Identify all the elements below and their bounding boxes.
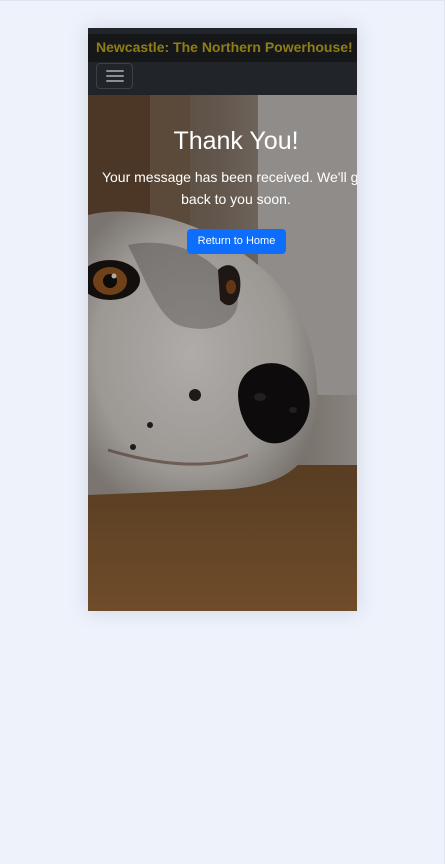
- navbar-toggler-button[interactable]: [96, 63, 133, 89]
- mobile-viewport: Newcastle: The Northern Powerhouse! Than…: [88, 28, 357, 611]
- thank-you-heading: Thank You!: [173, 127, 299, 155]
- page: Newcastle: The Northern Powerhouse! Than…: [0, 0, 445, 864]
- hero-section: Thank You! Your message has been receive…: [88, 95, 357, 611]
- return-to-home-button[interactable]: Return to Home: [187, 229, 286, 254]
- navbar: Newcastle: The Northern Powerhouse!: [88, 28, 357, 95]
- navbar-brand[interactable]: Newcastle: The Northern Powerhouse!: [96, 39, 353, 55]
- confirmation-message: Your message has been received. We'll ge…: [101, 169, 357, 207]
